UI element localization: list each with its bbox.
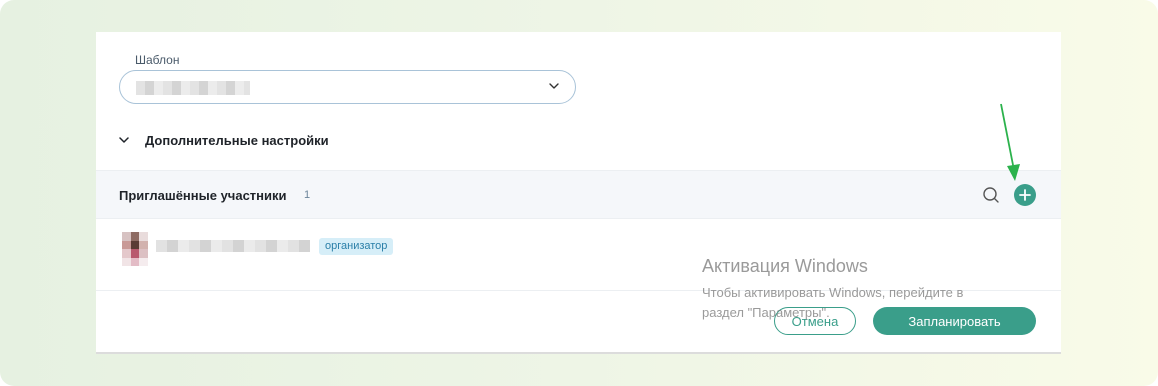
meeting-settings-panel: Шаблон Дополнительные настройки Приглашё… — [96, 32, 1061, 354]
schedule-button[interactable]: Запланировать — [873, 307, 1036, 335]
participant-row: организатор — [96, 218, 1061, 291]
add-participant-button[interactable] — [1014, 184, 1036, 206]
cancel-button[interactable]: Отмена — [774, 307, 856, 335]
participants-header: Приглашённые участники 1 — [96, 170, 1061, 219]
search-icon[interactable] — [982, 186, 1000, 204]
participants-title: Приглашённые участники — [119, 188, 287, 203]
role-badge: организатор — [319, 238, 394, 255]
advanced-settings-toggle[interactable]: Дополнительные настройки — [118, 130, 329, 150]
chevron-down-icon — [549, 83, 559, 89]
chevron-down-icon — [119, 137, 129, 143]
plus-icon — [1019, 189, 1031, 201]
advanced-settings-label: Дополнительные настройки — [145, 132, 329, 148]
template-selected-value-redacted — [136, 81, 250, 95]
participants-count: 1 — [304, 189, 311, 201]
participant-name-redacted — [156, 240, 310, 252]
template-label: Шаблон — [135, 53, 180, 67]
template-select[interactable] — [119, 70, 576, 104]
avatar — [122, 232, 148, 266]
